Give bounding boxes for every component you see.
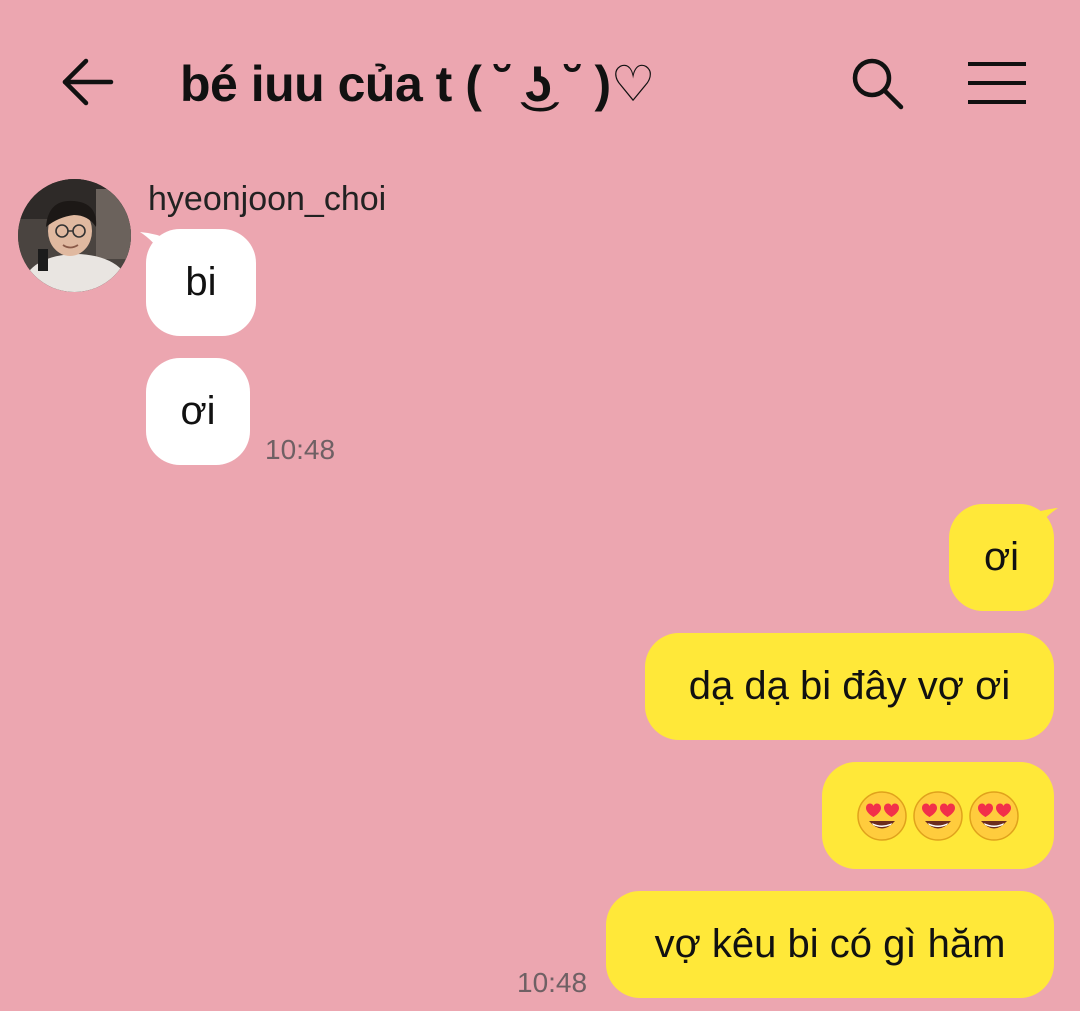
message-text: dạ dạ bi đây vợ ơi: [688, 664, 1011, 708]
outgoing-emoji-message[interactable]: [822, 762, 1054, 869]
incoming-message[interactable]: ơi: [146, 358, 250, 465]
heart-eyes-emoji-icon: [857, 790, 907, 841]
search-icon: [852, 58, 904, 110]
chat-screen: bé iuu của t ( ˘ ͜ʖ ˘ )♡ hyeonjoon_choi …: [0, 0, 1080, 1011]
sender-name: hyeonjoon_choi: [148, 180, 387, 218]
arrow-left-icon: [62, 58, 114, 106]
outgoing-timestamp: 10:48: [517, 967, 588, 998]
heart-eyes-emoji-icon: [969, 790, 1019, 841]
incoming-message[interactable]: bi: [146, 229, 256, 336]
incoming-timestamp: 10:48: [265, 434, 336, 465]
heart-eyes-emoji-icon: [913, 790, 963, 841]
profile-photo: [18, 179, 131, 292]
outgoing-message[interactable]: dạ dạ bi đây vợ ơi: [645, 633, 1054, 740]
sender-avatar[interactable]: [18, 179, 131, 292]
outgoing-message[interactable]: ơi: [949, 504, 1054, 611]
chat-header: bé iuu của t ( ˘ ͜ʖ ˘ )♡: [0, 0, 1080, 170]
menu-button[interactable]: [962, 52, 1032, 114]
message-text: ơi: [983, 535, 1020, 579]
back-button[interactable]: [55, 52, 119, 112]
message-text: bi: [185, 260, 217, 304]
search-button[interactable]: [844, 52, 910, 114]
hamburger-menu-icon: [968, 62, 1026, 104]
message-text: vợ kêu bi có gì hăm: [654, 922, 1006, 966]
outgoing-message[interactable]: vợ kêu bi có gì hăm: [606, 891, 1054, 998]
message-text: ơi: [180, 389, 216, 433]
chat-title: bé iuu của t ( ˘ ͜ʖ ˘ )♡: [180, 56, 656, 112]
